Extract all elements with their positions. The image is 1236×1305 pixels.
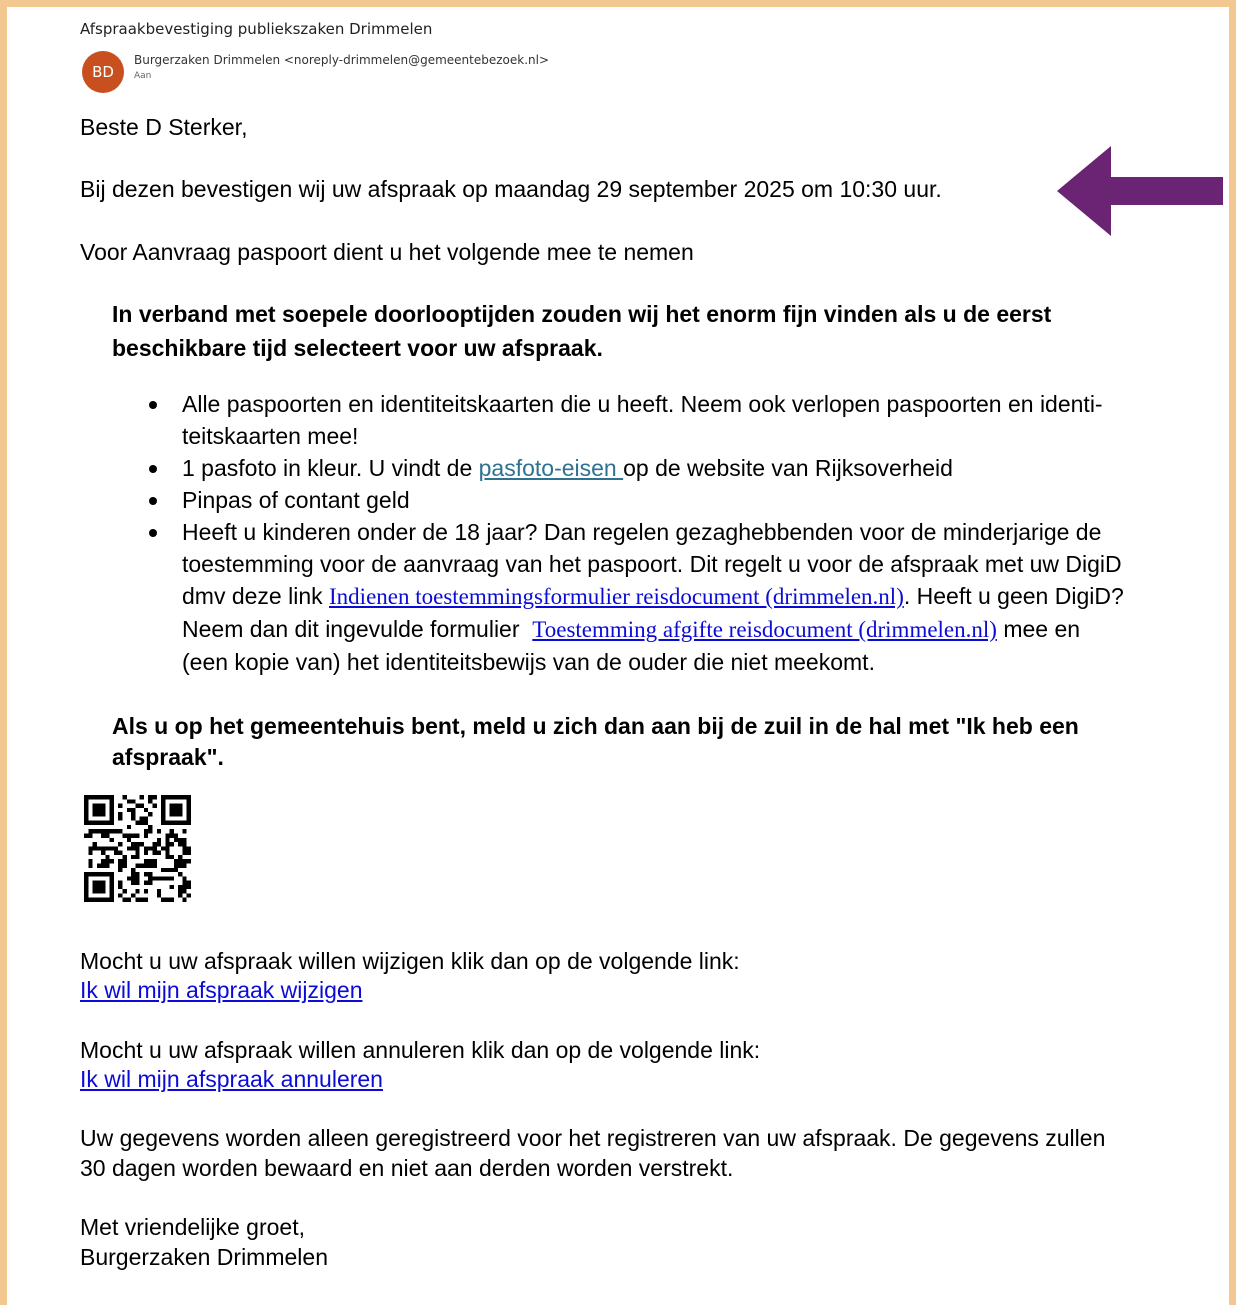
- privacy-line-1: Uw gegevens worden alleen geregistreerd …: [80, 1125, 1106, 1151]
- qr-code: [84, 795, 191, 902]
- change-appointment-link[interactable]: Ik wil mijn afspraak wijzigen: [80, 974, 362, 1006]
- closing: Met vriendelijke groet,: [80, 1214, 305, 1240]
- cancel-text: Mocht u uw afspraak willen annuleren kli…: [80, 1037, 761, 1063]
- checkin-line-2: afspraak".: [112, 744, 224, 770]
- recipient-label: Aan: [134, 71, 152, 81]
- list-item: 1 pasfoto in kleur. U vindt de pasfoto-e…: [149, 452, 1236, 484]
- left-arrow-annotation: [1057, 146, 1223, 236]
- consent-form-digid-link[interactable]: Indienen toestemmingsformulier reisdocum…: [329, 584, 904, 609]
- list-item-text: dmv deze link Indienen toestemmingsformu…: [182, 583, 1124, 609]
- requirements-list: Alle paspoorten en identiteitskaarten di…: [140, 388, 1236, 678]
- greeting: Beste D Sterker,: [80, 114, 248, 140]
- list-item: Heeft u kinderen onder de 18 jaar? Dan r…: [149, 516, 1236, 678]
- email-subject: Afspraakbevestiging publiekszaken Drimme…: [80, 20, 433, 38]
- change-text: Mocht u uw afspraak willen wijzigen klik…: [80, 948, 740, 974]
- intro-text: Voor Aanvraag paspoort dient u het volge…: [80, 239, 694, 265]
- list-item-text: (een kopie van) het identiteitsbewijs va…: [182, 649, 875, 675]
- notice-line-1: In verband met soepele doorlooptijden zo…: [112, 301, 1052, 327]
- list-item-text: teitskaarten mee!: [182, 423, 359, 449]
- notice-line-2: beschikbare tijd selecteert voor uw afsp…: [112, 335, 603, 361]
- sender-address[interactable]: Burgerzaken Drimmelen <noreply-drimmelen…: [134, 53, 549, 67]
- list-item: Pinpas of contant geld: [149, 484, 1236, 516]
- list-item-text: Alle paspoorten en identiteitskaarten di…: [182, 391, 1103, 417]
- list-item-text: op de website van Rijksoverheid: [623, 455, 953, 481]
- checkin-line-1: Als u op het gemeentehuis bent, meld u z…: [112, 713, 1079, 739]
- list-item-text: 1 pasfoto in kleur. U vindt de: [182, 455, 479, 481]
- list-item-text: Pinpas of contant geld: [182, 487, 410, 513]
- avatar-initials: BD: [92, 63, 114, 81]
- list-item-text: Heeft u kinderen onder de 18 jaar? Dan r…: [182, 519, 1102, 545]
- appointment-confirmation: Bij dezen bevestigen wij uw afspraak op …: [80, 176, 942, 202]
- cancel-appointment-link[interactable]: Ik wil mijn afspraak annuleren: [80, 1063, 383, 1095]
- list-item-text: Neem dan dit ingevulde formulier Toestem…: [182, 616, 1081, 642]
- list-item: Alle paspoorten en identiteitskaarten di…: [149, 388, 1236, 452]
- list-item-text: toestemming voor de aanvraag van het pas…: [182, 551, 1122, 577]
- consent-form-download-link[interactable]: Toestemming afgifte reisdocument (drimme…: [532, 617, 997, 642]
- signature: Burgerzaken Drimmelen: [80, 1244, 328, 1270]
- privacy-line-2: 30 dagen worden bewaard en niet aan derd…: [80, 1155, 734, 1181]
- avatar: BD: [82, 51, 124, 93]
- pasfoto-eisen-link[interactable]: pasfoto-eisen: [479, 455, 623, 481]
